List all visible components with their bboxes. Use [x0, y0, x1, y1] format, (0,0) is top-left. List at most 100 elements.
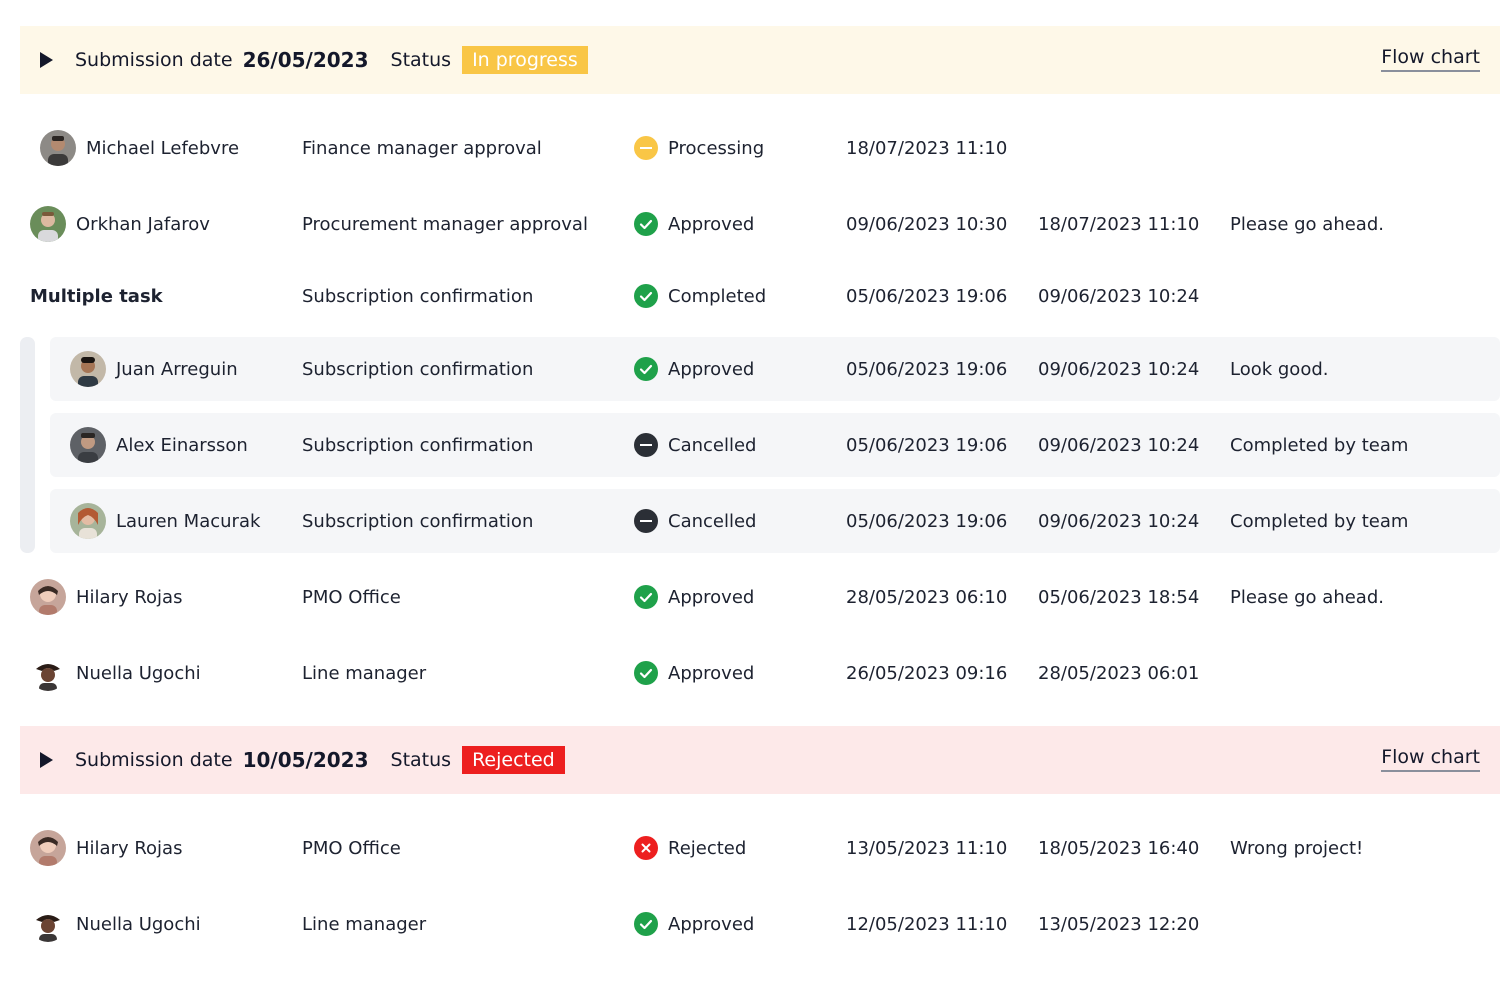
assignee-name: Hilary Rojas	[76, 586, 183, 608]
table-row: Nuella Ugochi Line manager Approved 12/0…	[0, 902, 1512, 946]
assignee-name: Orkhan Jafarov	[76, 213, 210, 235]
table-row: Michael Lefebvre Finance manager approva…	[0, 126, 1512, 170]
status-text: Cancelled	[668, 510, 757, 532]
status-cell: Processing	[634, 126, 764, 170]
approved-check-icon	[634, 212, 658, 236]
approved-check-icon	[634, 912, 658, 936]
assignee-name: Nuella Ugochi	[76, 662, 201, 684]
status-text: Approved	[668, 913, 755, 935]
status-text: Approved	[668, 358, 755, 380]
status-label: Status	[390, 749, 452, 771]
end-date: 13/05/2023 12:20	[1038, 913, 1200, 935]
start-date: 26/05/2023 09:16	[846, 662, 1008, 684]
assignee-name: Lauren Macurak	[116, 510, 261, 532]
table-row: Hilary Rojas PMO Office Rejected 13/05/2…	[0, 826, 1512, 870]
start-date: 28/05/2023 06:10	[846, 586, 1008, 608]
comment: Wrong project!	[1230, 837, 1364, 859]
task-name: Line manager	[302, 662, 427, 684]
status-text: Approved	[668, 586, 755, 608]
assignee-name: Nuella Ugochi	[76, 913, 201, 935]
submission-header: Submission date 10/05/2023 Status Reject…	[20, 726, 1500, 794]
avatar	[30, 579, 66, 615]
end-date: 09/06/2023 10:24	[1038, 285, 1200, 307]
status-cell: Approved	[634, 202, 754, 246]
task-name: Subscription confirmation	[302, 358, 534, 380]
submission-date-label: Submission date	[75, 749, 233, 771]
task-name: PMO Office	[302, 837, 401, 859]
comment: Completed by team	[1230, 434, 1409, 456]
rejected-x-icon	[634, 836, 658, 860]
avatar	[30, 206, 66, 242]
start-date: 05/06/2023 19:06	[846, 510, 1008, 532]
avatar	[40, 130, 76, 166]
cancelled-icon	[634, 509, 658, 533]
assignee-name: Alex Einarsson	[116, 434, 248, 456]
start-date: 18/07/2023 11:10	[846, 137, 1008, 159]
end-date: 28/05/2023 06:01	[1038, 662, 1200, 684]
avatar	[70, 427, 106, 463]
table-row[interactable]: Multiple task Subscription confirmation …	[0, 274, 1512, 318]
task-name: Subscription confirmation	[302, 285, 534, 307]
avatar	[70, 503, 106, 539]
cancelled-icon	[634, 433, 658, 457]
start-date: 05/06/2023 19:06	[846, 434, 1008, 456]
assignee-name: Michael Lefebvre	[86, 137, 240, 159]
end-date: 18/07/2023 11:10	[1038, 213, 1200, 235]
status-cell: Approved	[634, 575, 754, 619]
status-text: Approved	[668, 662, 755, 684]
status-text: Rejected	[668, 837, 747, 859]
status-cell: Approved	[634, 902, 754, 946]
table-row: Orkhan Jafarov Procurement manager appro…	[0, 202, 1512, 246]
status-label: Status	[390, 49, 452, 71]
table-row: Nuella Ugochi Line manager Approved 26/0…	[0, 651, 1512, 695]
task-name: Finance manager approval	[302, 137, 542, 159]
end-date: 18/05/2023 16:40	[1038, 837, 1200, 859]
flow-chart-link[interactable]: Flow chart	[1381, 746, 1480, 772]
task-name: Subscription confirmation	[302, 434, 534, 456]
expand-toggle-icon[interactable]	[40, 752, 53, 768]
avatar	[30, 906, 66, 942]
status-cell: Cancelled	[634, 423, 756, 467]
task-name: Line manager	[302, 913, 427, 935]
start-date: 05/06/2023 19:06	[846, 358, 1008, 380]
processing-icon	[634, 136, 658, 160]
approved-check-icon	[634, 357, 658, 381]
task-name: PMO Office	[302, 586, 401, 608]
status-cell: Rejected	[634, 826, 746, 870]
avatar	[30, 655, 66, 691]
table-row: Hilary Rojas PMO Office Approved 28/05/2…	[0, 575, 1512, 619]
assignee-name: Juan Arreguin	[116, 358, 238, 380]
comment: Please go ahead.	[1230, 586, 1384, 608]
end-date: 09/06/2023 10:24	[1038, 358, 1200, 380]
submission-date: 10/05/2023	[242, 748, 369, 772]
avatar	[70, 351, 106, 387]
status-cell: Approved	[634, 347, 754, 391]
status-badge: In progress	[462, 46, 588, 74]
status-cell: Completed	[634, 274, 766, 318]
avatar	[30, 830, 66, 866]
expand-toggle-icon[interactable]	[40, 52, 53, 68]
subtask-row: Lauren Macurak Subscription confirmation…	[0, 489, 1512, 553]
comment: Completed by team	[1230, 510, 1409, 532]
start-date: 13/05/2023 11:10	[846, 837, 1008, 859]
approved-check-icon	[634, 585, 658, 609]
status-text: Processing	[668, 137, 765, 159]
status-text: Approved	[668, 213, 755, 235]
submission-header: Submission date 26/05/2023 Status In pro…	[20, 26, 1500, 94]
comment: Look good.	[1230, 358, 1329, 380]
task-name: Procurement manager approval	[302, 213, 588, 235]
comment: Please go ahead.	[1230, 213, 1384, 235]
task-name: Subscription confirmation	[302, 510, 534, 532]
status-badge: Rejected	[462, 746, 565, 774]
submission-date: 26/05/2023	[242, 48, 369, 72]
multiple-task-label: Multiple task	[30, 285, 163, 307]
completed-check-icon	[634, 284, 658, 308]
status-cell: Approved	[634, 651, 754, 695]
end-date: 09/06/2023 10:24	[1038, 434, 1200, 456]
end-date: 05/06/2023 18:54	[1038, 586, 1200, 608]
flow-chart-link[interactable]: Flow chart	[1381, 46, 1480, 72]
submission-date-label: Submission date	[75, 49, 233, 71]
start-date: 12/05/2023 11:10	[846, 913, 1008, 935]
status-cell: Cancelled	[634, 499, 756, 543]
end-date: 09/06/2023 10:24	[1038, 510, 1200, 532]
